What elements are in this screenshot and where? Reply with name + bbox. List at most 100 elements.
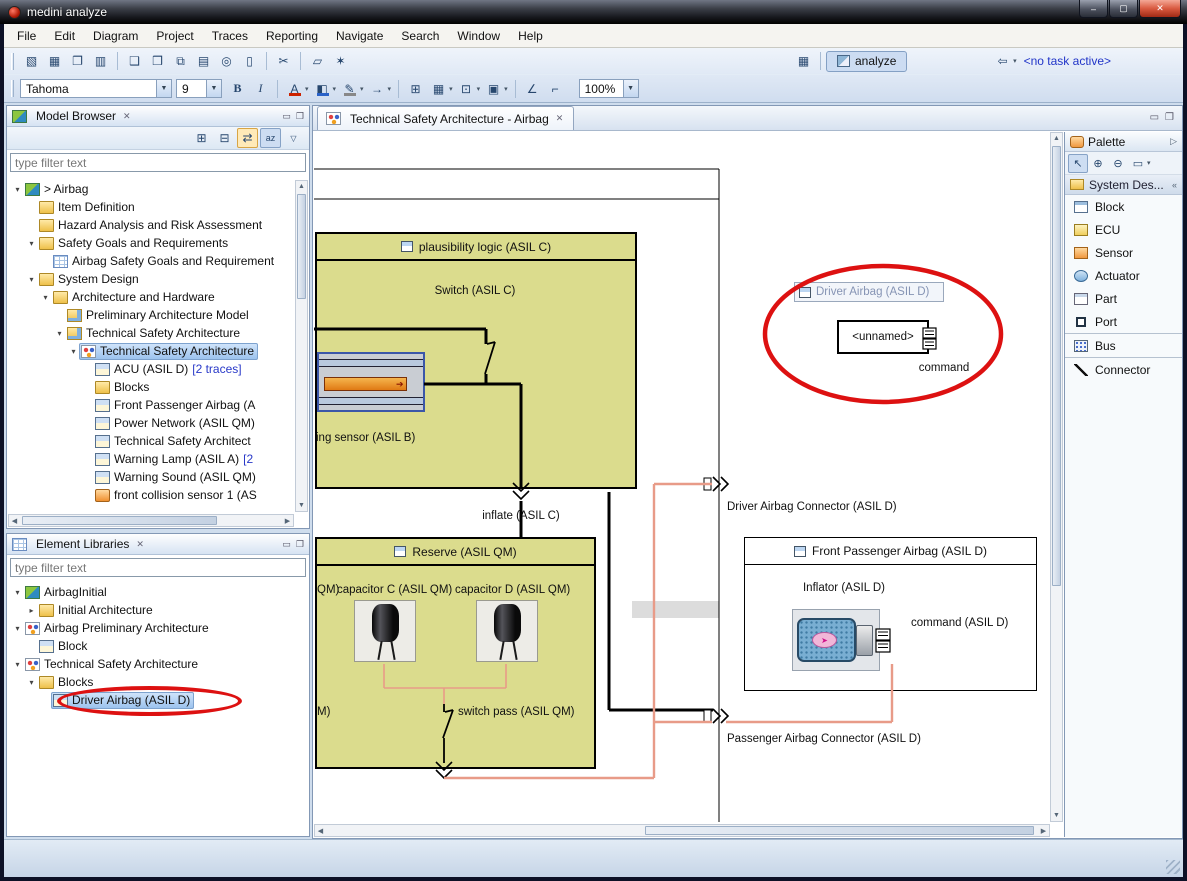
trace-wizard-icon[interactable]: ✶ (330, 51, 351, 71)
palette-item-connector[interactable]: Connector (1065, 358, 1182, 381)
print-icon[interactable]: ❐ (67, 51, 88, 71)
mb-tree-item-warning-lamp-asil-a[interactable]: Warning Lamp (ASIL A)[2 (9, 450, 294, 468)
menu-edit[interactable]: Edit (45, 26, 84, 46)
font-size-dropdown-icon[interactable]: ▼ (206, 80, 221, 97)
crash-sensor-image[interactable]: ➔ (317, 352, 425, 412)
el-tree-item-driver-airbag-asil-d[interactable]: Driver Airbag (ASIL D) (9, 691, 307, 709)
back-dropdown-icon[interactable]: ▾ (1013, 57, 1017, 65)
editor-horizontal-scrollbar[interactable]: ◀ ▶ (314, 824, 1050, 837)
font-family-select[interactable]: Tahoma ▼ (20, 79, 172, 98)
palette-item-port[interactable]: Port (1065, 310, 1182, 333)
collapse-arrow-icon[interactable]: ▾ (26, 239, 37, 248)
toolbar-grip[interactable] (11, 80, 14, 97)
connection-oblique-icon[interactable]: ∠ (522, 79, 543, 99)
scroll-down-icon[interactable]: ▼ (1051, 810, 1062, 821)
mb-tree-item-warning-sound-asil-qm[interactable]: Warning Sound (ASIL QM) (9, 468, 294, 486)
editor-vertical-scrollbar[interactable]: ▲ ▼ (1050, 132, 1063, 822)
font-size-select[interactable]: 9 ▼ (176, 79, 222, 98)
minimize-view-icon[interactable]: ▭ (282, 111, 291, 122)
palette-drawer-system-design[interactable]: System Des... « (1065, 175, 1182, 195)
mb-tree-item-technical-safety-architect[interactable]: Technical Safety Architect (9, 432, 294, 450)
new-diagram-icon[interactable]: ▧ (21, 51, 42, 71)
font-color-icon[interactable]: A (284, 79, 305, 99)
line-style-dropdown-icon[interactable]: ▾ (360, 85, 364, 93)
menu-file[interactable]: File (8, 26, 45, 46)
inflator-image[interactable]: ➤ (792, 609, 880, 671)
model-browser-horizontal-scrollbar[interactable]: ◀ ▶ (8, 514, 294, 527)
scroll-left-icon[interactable]: ◀ (315, 825, 326, 836)
mb-tree-item-technical-safety-architecture[interactable]: ▾Technical Safety Architecture (9, 342, 294, 360)
grid-visibility-icon[interactable]: ▦ (428, 79, 449, 99)
scroll-down-icon[interactable]: ▼ (296, 500, 307, 511)
capacitor-c-image[interactable] (354, 600, 416, 662)
comment-add-icon[interactable]: ❒ (147, 51, 168, 71)
mb-tree-item-item-definition[interactable]: Item Definition (9, 198, 294, 216)
palette-item-ecu[interactable]: ECU (1065, 218, 1182, 241)
collapse-all-icon[interactable]: ⊟ (214, 128, 235, 148)
pin-drawer-icon[interactable]: « (1172, 180, 1177, 190)
el-tree-item-technical-safety-architecture[interactable]: ▾Technical Safety Architecture (9, 655, 307, 673)
zoom-in-tool-icon[interactable]: ⊕ (1088, 154, 1108, 173)
close-button[interactable]: ✕ (1139, 0, 1181, 18)
collapse-arrow-icon[interactable]: ▾ (26, 275, 37, 284)
italic-button[interactable]: I (250, 79, 271, 99)
scrollbar-thumb[interactable] (1052, 146, 1061, 586)
snap-to-grid-dropdown-icon[interactable]: ▾ (477, 85, 481, 93)
menu-project[interactable]: Project (147, 26, 202, 46)
scroll-up-icon[interactable]: ▲ (1051, 133, 1062, 144)
marquee-tool-icon[interactable]: ▭ (1128, 154, 1148, 173)
menu-diagram[interactable]: Diagram (84, 26, 147, 46)
mb-tree-item-power-network-asil-qm[interactable]: Power Network (ASIL QM) (9, 414, 294, 432)
sort-alphabetically-icon[interactable]: az (260, 128, 281, 148)
el-tree-item-airbaginitial[interactable]: ▾AirbagInitial (9, 583, 307, 601)
mb-tree-item-preliminary-architecture-model[interactable]: Preliminary Architecture Model (9, 306, 294, 324)
mb-tree-item-front-passenger-airbag-a[interactable]: Front Passenger Airbag (A (9, 396, 294, 414)
zoom-dropdown-icon[interactable]: ▼ (623, 80, 638, 97)
mb-tree-item-technical-safety-architecture[interactable]: ▾Technical Safety Architecture (9, 324, 294, 342)
link-with-editor-icon[interactable]: ⇄ (237, 128, 258, 148)
marquee-tool-dropdown-icon[interactable]: ▾ (1147, 159, 1151, 167)
line-style-icon[interactable]: ✎ (339, 79, 360, 99)
add-note-icon[interactable]: ⊞ (405, 79, 426, 99)
maximize-editor-icon[interactable]: ❐ (1165, 112, 1174, 123)
zoom-select[interactable]: 100% ▼ (579, 79, 639, 98)
palette-item-sensor[interactable]: Sensor (1065, 241, 1182, 264)
comment-icon[interactable]: ❑ (124, 51, 145, 71)
maximize-view-icon[interactable]: ❐ (296, 539, 304, 550)
mb-tree-item-front-collision-sensor-1-as[interactable]: front collision sensor 1 (AS (9, 486, 294, 504)
fill-color-icon[interactable]: ◧ (312, 79, 333, 99)
maximize-view-icon[interactable]: ❐ (296, 111, 304, 122)
snap-to-grid-icon[interactable]: ⊡ (456, 79, 477, 99)
align-icon[interactable]: ▣ (483, 79, 504, 99)
collapse-arrow-icon[interactable]: ▾ (68, 347, 79, 356)
task-status[interactable]: <no task active> (1024, 54, 1111, 68)
toolbar-grip[interactable] (11, 53, 14, 70)
palette-item-actuator[interactable]: Actuator (1065, 264, 1182, 287)
view-menu-icon[interactable]: ▽ (283, 128, 304, 148)
document-view-icon[interactable]: ▯ (239, 51, 260, 71)
arrow-style-dropdown-icon[interactable]: ▾ (388, 85, 392, 93)
model-browser-filter-input[interactable] (10, 153, 306, 172)
menu-help[interactable]: Help (509, 26, 552, 46)
scrollbar-thumb[interactable] (645, 826, 1034, 835)
scrollbar-thumb[interactable] (22, 516, 217, 525)
scroll-left-icon[interactable]: ◀ (9, 515, 20, 526)
element-libraries-filter-input[interactable] (10, 558, 306, 577)
mb-tree-item-system-design[interactable]: ▾System Design (9, 270, 294, 288)
minimize-editor-icon[interactable]: ▭ (1150, 112, 1159, 123)
palette-item-block[interactable]: Block (1065, 195, 1182, 218)
bold-button[interactable]: B (227, 79, 248, 99)
capacitor-d-image[interactable] (476, 600, 538, 662)
el-tree-item-airbag-preliminary-architecture[interactable]: ▾Airbag Preliminary Architecture (9, 619, 307, 637)
mb-tree-item-architecture-and-hardware[interactable]: ▾Architecture and Hardware (9, 288, 294, 306)
collapse-arrow-icon[interactable]: ▾ (12, 660, 23, 669)
select-tool-icon[interactable]: ↖ (1068, 154, 1088, 173)
close-view-icon[interactable]: ✕ (134, 539, 146, 550)
menu-search[interactable]: Search (392, 26, 448, 46)
front-passenger-airbag-block[interactable]: Front Passenger Airbag (ASIL D) (744, 537, 1037, 691)
mb-tree-item-blocks[interactable]: Blocks (9, 378, 294, 396)
expand-all-icon[interactable]: ⊞ (191, 128, 212, 148)
mb-tree-item-safety-goals-and-requirements[interactable]: ▾Safety Goals and Requirements (9, 234, 294, 252)
palette-item-part[interactable]: Part (1065, 287, 1182, 310)
resize-grip[interactable] (1166, 860, 1180, 874)
